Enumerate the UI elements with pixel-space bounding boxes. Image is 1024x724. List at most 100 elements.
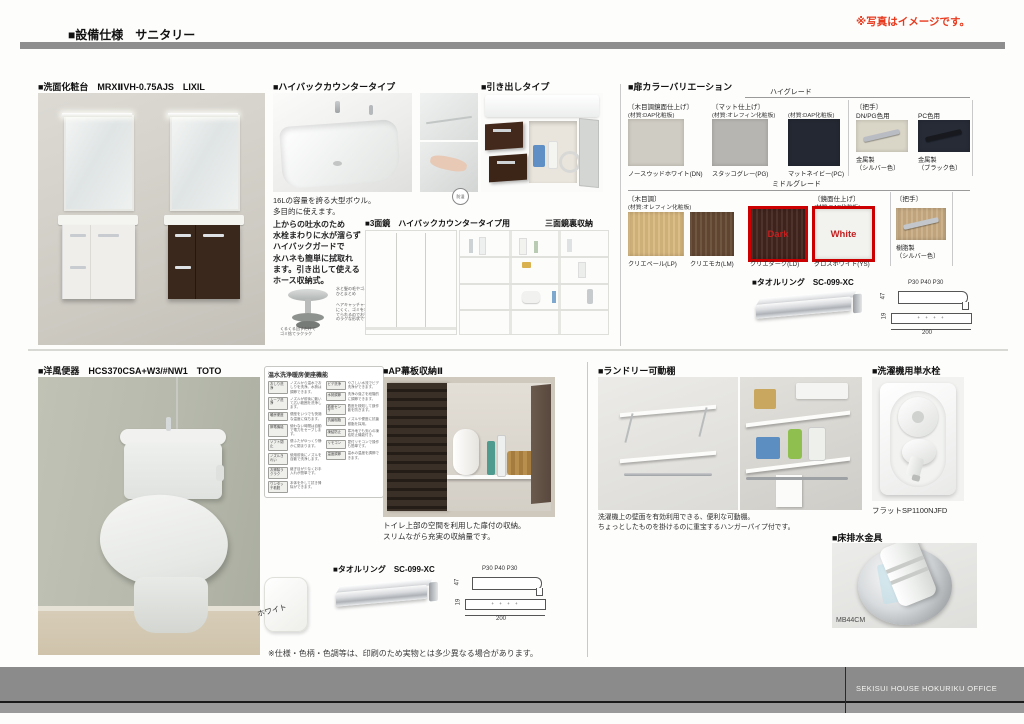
vanity-cabinet-dark [168,225,240,299]
dim-top: P30 P40 P30 [482,566,517,572]
bottom-section-divider [587,362,588,657]
section-divider [28,349,1008,351]
feature-text: 温水の温度を調節できます。 [348,451,381,460]
swatch-name-lp: クリエペール(LP) [628,259,677,268]
feature-badge: ノズルきれい [268,453,288,464]
feature-badge: おしり洗浄 [268,381,288,394]
open-door-panel [579,118,599,188]
drawer-photo [481,93,603,192]
moisture-proof-badge: 防湿 [452,188,469,205]
highback-detail-photo-1 [420,93,478,140]
feature-badge: ソフト閉止 [268,439,288,450]
dim-top: P30 P40 P30 [908,280,943,286]
mg-handle-desc2: （シルバー色） [896,251,939,260]
hg-mat-2: (材質:オレフィン化粧板) [712,110,775,119]
toilet-title: ■洋風便器 HCS370CSA+W3/#NW1 TOTO [38,364,221,377]
handle-swatch-black [918,120,970,152]
feature-badge: ビデ洗浄 [326,381,346,390]
washlet-feature-row: 抗菌樹脂 ノズルや便座に抗菌樹脂を採用。 [326,417,381,426]
feature-text: 寒冷地でも安心の凍結防止機能付き。 [348,429,381,438]
towel-ring-photo-2 [336,575,442,620]
washlet-feature-row: 着座センサー 着座を検知して誤作動を防ぎます。 [326,404,381,415]
toilet-base [134,577,208,633]
mg-handle-label: 〔把手〕 [896,193,922,203]
swatch-stucco-gray [712,119,768,166]
dim-47: 47 [454,579,460,586]
top-section-divider [620,84,621,346]
washlet-feature-row: 節電機能 使わない時間は自動で電力をセーブします。 [268,424,323,437]
swatch-name-dn: ノースウッドホワイト(DN) [628,169,703,178]
washlet-feature-row: ムーブ洗浄 ノズルが前後に動いて広い範囲を洗浄します。 [268,397,323,410]
feature-text: 便座をいつでも快適な温度に保ちます。 [290,412,323,421]
swatch-glosswhite-highlight: White [812,206,875,262]
washlet-feature-row: 暖房便座 便座をいつでも快適な温度に保ちます。 [268,412,323,421]
laundry-caption: 洗濯機上の壁面を有効利用できる、便利な可動棚。 ちょっとしたものを掛けるのに重宝… [598,513,868,533]
mirror-photo [365,230,457,335]
swatch-creapale [628,212,684,256]
feature-text: ノズルから温水でおしりを洗浄。水勢は調節できます。 [290,381,323,394]
mid-grade-label: ミドルグレード [772,179,821,189]
toilet-photo [38,377,260,655]
swatch-creadark-highlight: Dark [748,206,808,262]
hg-mat-1: (材質:DAP化粧板) [628,110,674,119]
mid-grade-rule [628,190,970,191]
feature-text: 継ぎ目が少なくお手入れが簡単です。 [290,467,323,478]
towel-ring-photo [756,287,866,333]
mirror-back-storage-photo [459,230,609,335]
feature-text: 使わない時間は自動で電力をセーブします。 [290,424,323,437]
swatch-name-ld: クリエダーク(LD) [750,259,799,268]
spec-sheet-page: ■設備仕様 サニタリー ※写真はイメージです。 ■洗面化粧台 MRXⅡVH-0.… [0,0,1024,724]
washlet-feature-row: ワンタッチ着脱 本体を外して拭き掃除ができます。 [268,481,323,492]
swatch-name-pg: スタッコグレー(PG) [712,169,768,178]
vanity-cabinet-white [62,225,135,299]
washlet-feature-row: ビデ洗浄 やさしい水流でビデ洗浄ができます。 [326,381,381,390]
highback-title: ■ハイバックカウンタータイプ [273,80,395,93]
hg-handle2-desc2: （ブラック色） [918,163,961,172]
feature-badge: ムーブ洗浄 [268,397,288,410]
mirror-title: ■3面鏡 ハイバックカウンタータイプ用 [365,218,510,229]
ap-storage-photo [383,377,555,517]
faucet-title: ■洗濯機用単水栓 [872,364,940,377]
feature-text: ノズルが前後に動いて広い範囲を洗浄します。 [290,397,323,410]
dim-ticks: + + + + [465,599,546,610]
feature-badge: 暖房便座 [268,412,288,421]
highback-bowl-photo [273,93,412,192]
swatch-name-lm: クリエモカ(LM) [690,259,734,268]
glosswhite-overlay: White [815,209,872,259]
mg-mat-1: (材質:オレフィン化粧板) [628,202,691,211]
drain-dot [333,161,342,166]
bottle-white [497,435,506,477]
swatch-northwood-white [628,119,684,166]
creadark-overlay: Dark [751,209,805,259]
washlet-feature-row: お掃除ラクラク 継ぎ目が少なくお手入れが簡単です。 [268,467,323,478]
bottle-teal [487,441,495,475]
detergent-bottle [788,429,802,459]
towel-ring-title: ■タオルリング SC-099-XC [752,277,854,288]
washlet-feature-table: 温水洗浄暖房便座機能 おしり洗浄 ノズルから温水でおしりを洗浄。水勢は調節できま… [264,366,384,498]
high-grade-label: ハイグレード [770,87,812,97]
toilet-faucet [166,417,171,431]
washlet-feature-row: ソフト閉止 便ふたがゆっくり静かに閉まります。 [268,439,323,450]
laundry-photo-1 [598,377,738,510]
shelf-board [447,475,539,479]
mirror-back-label: 三面鏡裏収納 [545,218,593,229]
hg-handle2-for: PC色用 [918,110,940,120]
feature-text: 本体を外して拭き掃除ができます。 [290,481,323,492]
paper-roll [453,429,479,475]
drain-photo: MB44CM [832,543,977,628]
feature-text: 便ふたがゆっくり静かに閉まります。 [290,439,323,450]
highback-detail-photo-2 [420,142,478,192]
swatch-creamocha [690,212,734,256]
washlet-feature-row: 温度調節 温水の温度を調節できます。 [326,451,381,460]
faucet-photo [872,377,964,501]
handle-swatch-resin [896,208,946,240]
ap-storage-title: ■AP幕板収納Ⅱ [383,364,443,377]
feature-badge: 温度調節 [326,451,346,460]
vanity-photo [38,93,265,345]
feature-text: やさしい水流でビデ洗浄ができます。 [348,381,381,390]
feature-badge: ワンタッチ着脱 [268,481,288,492]
feature-text: 洗浄の強さを段階的に調節できます。 [348,392,381,401]
washlet-feature-row: おしり洗浄 ノズルから温水でおしりを洗浄。水勢は調節できます。 [268,381,323,394]
feature-text: 着座を検知して誤作動を防ぎます。 [348,404,381,415]
softener-bottle [808,427,826,461]
